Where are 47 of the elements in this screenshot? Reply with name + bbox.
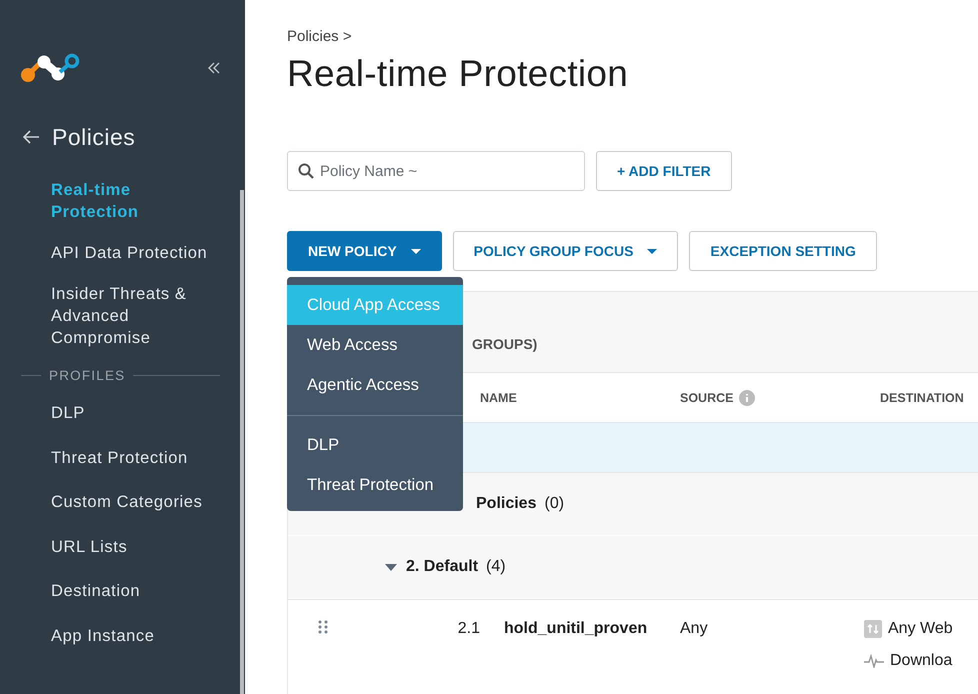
menu-item[interactable]: Threat Protection	[287, 465, 463, 505]
sidebar-item[interactable]: Real-time Protection	[0, 174, 240, 228]
section-heading: PROFILES	[49, 368, 126, 383]
group-name[interactable]: Policies	[476, 495, 536, 513]
sidebar-item[interactable]: DLP	[0, 397, 240, 429]
sidebar-item[interactable]: Threat Protection	[0, 442, 240, 474]
sidebar-item[interactable]: API Data Protection	[0, 237, 240, 269]
caret-icon	[410, 248, 421, 254]
add-filter-button[interactable]: + ADD FILTER	[596, 151, 732, 191]
drag-handle-icon[interactable]	[318, 620, 328, 634]
info-icon	[739, 390, 756, 406]
column-header[interactable]: NAME	[480, 390, 517, 404]
group-count: (4)	[486, 558, 506, 576]
action-button[interactable]: EXCEPTION SETTING	[689, 231, 877, 271]
caret-icon[interactable]	[384, 562, 398, 572]
menu-item[interactable]: DLP	[287, 425, 463, 465]
dropdown-button[interactable]: POLICY GROUP FOCUS	[452, 231, 678, 271]
group-name[interactable]: 2. Default	[406, 558, 478, 576]
sidebar-item[interactable]: Destination	[0, 575, 240, 607]
arrows-icon	[864, 620, 882, 638]
column-header[interactable]: SOURCE	[680, 390, 734, 404]
menu-item[interactable]: Agentic Access	[287, 365, 463, 405]
search-field[interactable]: Policy Name ~	[287, 151, 585, 191]
page-title: Real-time Protection	[287, 53, 630, 95]
sidebar-item[interactable]: Insider Threats & Advanced Compromise	[0, 278, 240, 354]
collapse-icon[interactable]	[208, 62, 220, 74]
destination-text: Any Web	[888, 620, 953, 638]
breadcrumb[interactable]: Policies >	[287, 28, 978, 45]
menu-item[interactable]: Web Access	[287, 325, 463, 365]
pulse-icon	[864, 654, 884, 668]
policy-name[interactable]: hold_unitil_proven	[504, 620, 648, 637]
table-summary: GROUPS)	[472, 336, 538, 352]
sidebar-item[interactable]: App Instance	[0, 620, 240, 652]
sidebar-item[interactable]: Custom Categories	[0, 486, 240, 518]
logo-icon	[20, 53, 82, 83]
sidebar-title: Policies	[52, 124, 136, 150]
scrollbar[interactable]	[240, 190, 244, 694]
caret-icon	[647, 248, 658, 254]
table-cell: 2.1	[458, 620, 480, 637]
table-cell: Any	[680, 620, 708, 637]
sidebar-item[interactable]: URL Lists	[0, 530, 240, 562]
back-arrow-icon[interactable]	[22, 129, 40, 145]
search-icon	[298, 163, 314, 179]
column-header[interactable]: DESTINATION	[880, 390, 964, 404]
destination-text: Downloa	[890, 652, 952, 670]
group-count: (0)	[544, 495, 564, 513]
dropdown-button[interactable]: NEW POLICY	[287, 231, 442, 271]
